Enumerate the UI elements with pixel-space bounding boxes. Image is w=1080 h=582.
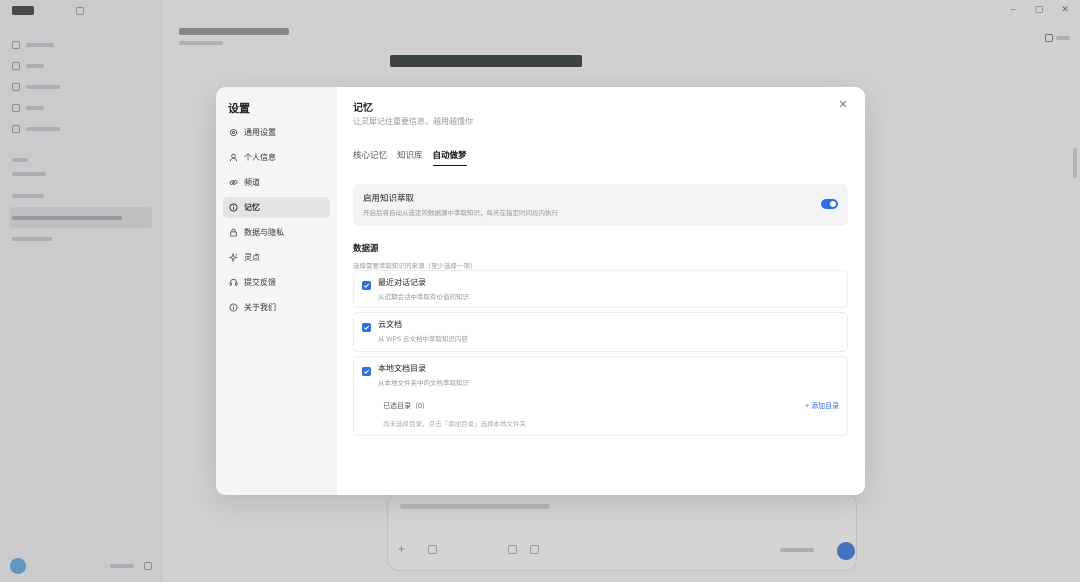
sidebar-item-label: 个人信息 bbox=[244, 153, 276, 162]
link-icon bbox=[229, 178, 238, 187]
extraction-title: 启用知识萃取 bbox=[363, 193, 415, 203]
gear-icon bbox=[229, 128, 238, 137]
sidebar-item-channel[interactable]: 频道 bbox=[223, 172, 330, 193]
selected-directories: 已选目录（0） + 添加目录 尚未选择目录，点击「添加目录」选择本地文件夹 bbox=[378, 401, 847, 431]
sidebar-item-feedback[interactable]: 提交反馈 bbox=[223, 272, 330, 293]
source-title: 本地文档目录 bbox=[378, 364, 426, 373]
extraction-toggle-switch[interactable] bbox=[821, 199, 838, 209]
tab-knowledge-base[interactable]: 知识库 bbox=[397, 149, 423, 167]
settings-content: 记忆 让灵犀记住重要信息，越用越懂你 ✕ 核心记忆 知识库 自动做梦 启用知识萃… bbox=[337, 87, 865, 495]
checkbox-checked-icon[interactable] bbox=[362, 367, 371, 376]
sidebar-item-label: 频道 bbox=[244, 178, 260, 187]
info-icon bbox=[229, 203, 238, 212]
checkbox-checked-icon[interactable] bbox=[362, 281, 371, 290]
tab-core-memory[interactable]: 核心记忆 bbox=[353, 149, 387, 167]
directories-empty-text: 尚未选择目录，点击「添加目录」选择本地文件夹 bbox=[383, 421, 526, 428]
sidebar-item-points[interactable]: 灵点 bbox=[223, 247, 330, 268]
lock-icon bbox=[229, 228, 238, 237]
sidebar-item-label: 数据与隐私 bbox=[244, 228, 284, 237]
source-description: 从近期会话中萃取有价值的知识 bbox=[378, 294, 469, 301]
sidebar-item-privacy[interactable]: 数据与隐私 bbox=[223, 222, 330, 243]
sidebar-item-label: 提交反馈 bbox=[244, 278, 276, 287]
sidebar-item-about[interactable]: 关于我们 bbox=[223, 297, 330, 318]
sidebar-item-label: 通用设置 bbox=[244, 128, 276, 137]
extraction-description: 开启后将自动从选定的数据源中萃取知识，每天在指定时间段内执行 bbox=[363, 210, 558, 217]
checkbox-checked-icon[interactable] bbox=[362, 323, 371, 332]
settings-modal: 设置 通用设置 个人信息 频道 记忆 数据与隐私 灵点 提交反馈 关于我们 记忆… bbox=[216, 87, 865, 495]
page-title: 记忆 bbox=[353, 103, 373, 114]
headset-icon bbox=[229, 278, 238, 287]
source-title: 云文档 bbox=[378, 320, 402, 329]
page-subtitle: 让灵犀记住重要信息，越用越懂你 bbox=[353, 117, 473, 126]
sidebar-item-label: 灵点 bbox=[244, 253, 260, 262]
source-recent-chats[interactable]: 最近对话记录 从近期会话中萃取有价值的知识 bbox=[353, 270, 848, 308]
source-local-docs[interactable]: 本地文档目录 从本地文件夹中的文档萃取知识 已选目录（0） + 添加目录 尚未选… bbox=[353, 356, 848, 436]
sidebar-item-label: 关于我们 bbox=[244, 303, 276, 312]
add-directory-button[interactable]: + 添加目录 bbox=[805, 401, 839, 411]
memory-tabs: 核心记忆 知识库 自动做梦 bbox=[353, 149, 848, 167]
sidebar-item-profile[interactable]: 个人信息 bbox=[223, 147, 330, 168]
source-title: 最近对话记录 bbox=[378, 278, 426, 287]
datasource-description: 选择需要萃取知识的来源（至少选择一项） bbox=[353, 263, 477, 270]
datasource-title: 数据源 bbox=[353, 243, 379, 253]
source-description: 从 WPS 云文档中萃取知识内容 bbox=[378, 336, 468, 343]
settings-sidebar: 设置 通用设置 个人信息 频道 记忆 数据与隐私 灵点 提交反馈 关于我们 bbox=[216, 87, 337, 495]
sparkle-icon bbox=[229, 253, 238, 262]
about-icon bbox=[229, 303, 238, 312]
source-description: 从本地文件夹中的文档萃取知识 bbox=[378, 380, 469, 387]
user-icon bbox=[229, 153, 238, 162]
sidebar-item-general[interactable]: 通用设置 bbox=[223, 122, 330, 143]
close-icon[interactable]: ✕ bbox=[837, 99, 849, 111]
tab-auto-dream[interactable]: 自动做梦 bbox=[432, 149, 467, 167]
sidebar-item-label: 记忆 bbox=[244, 203, 260, 212]
sidebar-item-memory[interactable]: 记忆 bbox=[223, 197, 330, 218]
extraction-toggle-card: 启用知识萃取 开启后将自动从选定的数据源中萃取知识，每天在指定时间段内执行 bbox=[353, 184, 848, 226]
settings-title: 设置 bbox=[228, 103, 250, 115]
source-cloud-docs[interactable]: 云文档 从 WPS 云文档中萃取知识内容 bbox=[353, 312, 848, 352]
selected-directories-label: 已选目录（0） bbox=[383, 403, 429, 410]
